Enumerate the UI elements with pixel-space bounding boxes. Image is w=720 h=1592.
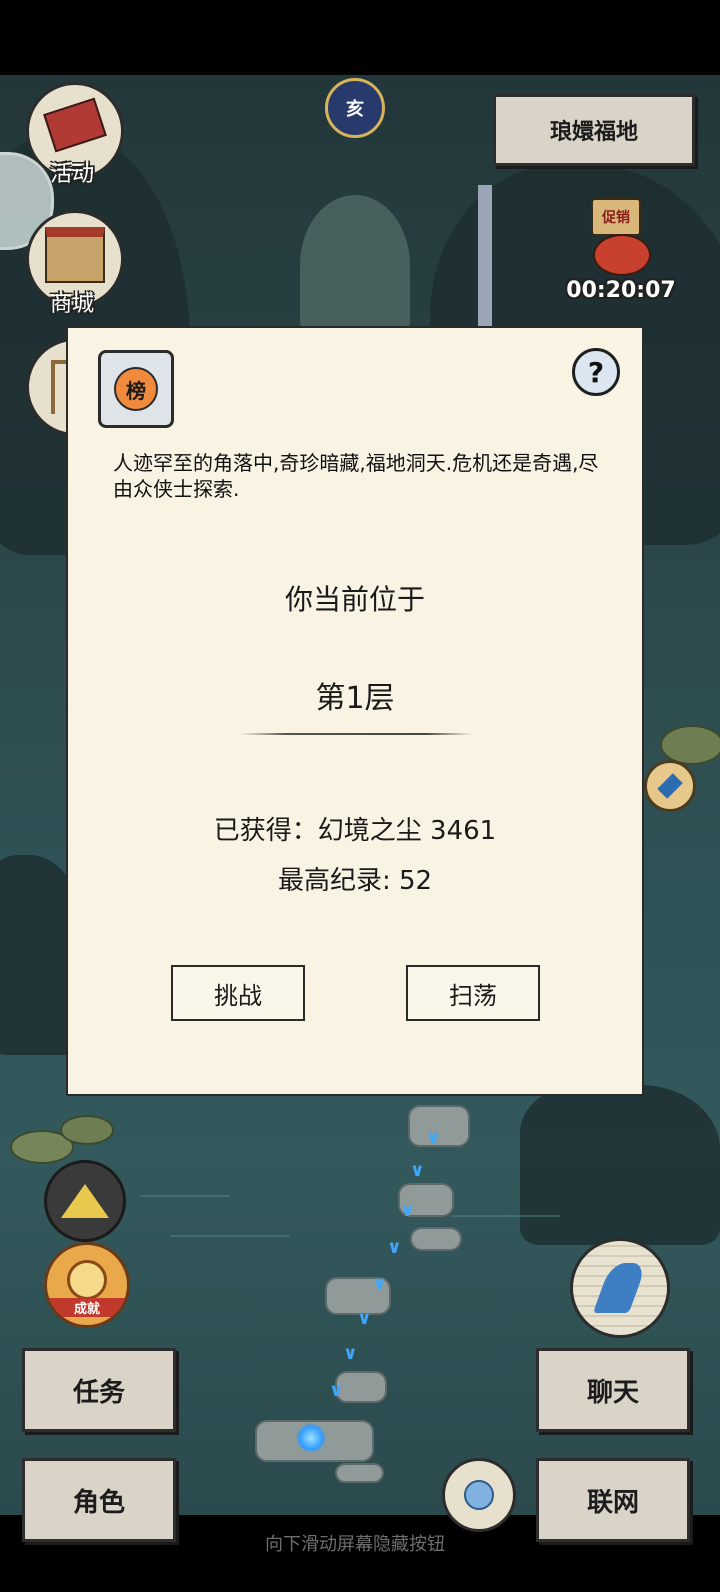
location-button[interactable]: 琅嬛福地 [493, 94, 695, 166]
shop-icon [45, 227, 105, 283]
statue [300, 195, 410, 335]
path-arrow-icon: ∨ [357, 1308, 372, 1329]
running-person-icon [592, 1263, 648, 1313]
crystal-icon [657, 773, 683, 799]
path-arrow-icon: ∨ [329, 1380, 344, 1401]
path-arrow-icon: ∨ [343, 1343, 358, 1364]
rock-bottom-right [520, 1085, 720, 1245]
meditation-icon [464, 1480, 494, 1510]
obtained-reward: 已获得：幻境之尘 3461 [213, 816, 497, 846]
path-stone [335, 1463, 384, 1483]
promo-sign: 促销 [591, 198, 641, 236]
sweep-button[interactable]: 扫荡 [406, 965, 540, 1021]
best-record: 最高纪录: 52 [277, 866, 433, 896]
path-arrow-icon: ∨ [400, 1200, 415, 1221]
waterfall [478, 185, 492, 335]
chat-button[interactable]: 聊天 [536, 1348, 690, 1432]
player-marker-icon [296, 1423, 326, 1453]
help-button[interactable]: ? [572, 348, 620, 396]
cloak-icon [61, 1184, 109, 1218]
current-floor: 第1层 [315, 681, 395, 716]
moon-badge-text: 亥 [346, 99, 364, 120]
cloak-button[interactable] [44, 1160, 126, 1242]
path-stone [410, 1227, 462, 1251]
lily-pad [660, 725, 720, 765]
path-arrow-icon: ∨ [372, 1273, 387, 1294]
divider [240, 733, 472, 735]
shop-label: 商城 [49, 292, 94, 317]
water-ripple [170, 1235, 290, 1237]
path-arrow-icon: ∨ [410, 1160, 425, 1181]
promo-timer: 00:20:07 [566, 278, 676, 303]
water-ripple [450, 1215, 560, 1217]
rank-scroll-icon[interactable]: 榜 [98, 350, 174, 428]
rank-badge: 榜 [114, 367, 158, 411]
task-button[interactable]: 任务 [22, 1348, 176, 1432]
flag-icon [43, 97, 107, 153]
dungeon-modal: 榜 ? 人迹罕至的角落中,奇珍暗藏,福地洞天.危机还是奇遇,尽由众侠士探索. 你… [66, 326, 644, 1096]
current-location-label: 你当前位于 [284, 583, 425, 616]
path-arrow-icon: ∨ [387, 1237, 402, 1258]
achievement-icon [67, 1260, 107, 1300]
meditation-button[interactable] [442, 1458, 516, 1532]
swipe-hint: 向下滑动屏幕隐藏按钮 [265, 1534, 445, 1555]
modal-description: 人迹罕至的角落中,奇珍暗藏,福地洞天.危机还是奇遇,尽由众侠士探索. [113, 451, 599, 501]
path-arrow-icon: ∨ [426, 1127, 441, 1148]
promo-bag-icon[interactable]: 促销 [585, 198, 655, 276]
achievement-label: 成就 [47, 1298, 127, 1317]
auto-run-button[interactable] [570, 1238, 670, 1338]
lily-pad [60, 1115, 114, 1145]
moon-badge-icon[interactable]: 亥 [325, 78, 385, 138]
achievement-button[interactable]: 成就 [44, 1242, 130, 1328]
water-ripple [140, 1195, 230, 1197]
crystal-button[interactable] [644, 760, 696, 812]
challenge-button[interactable]: 挑战 [171, 965, 305, 1021]
